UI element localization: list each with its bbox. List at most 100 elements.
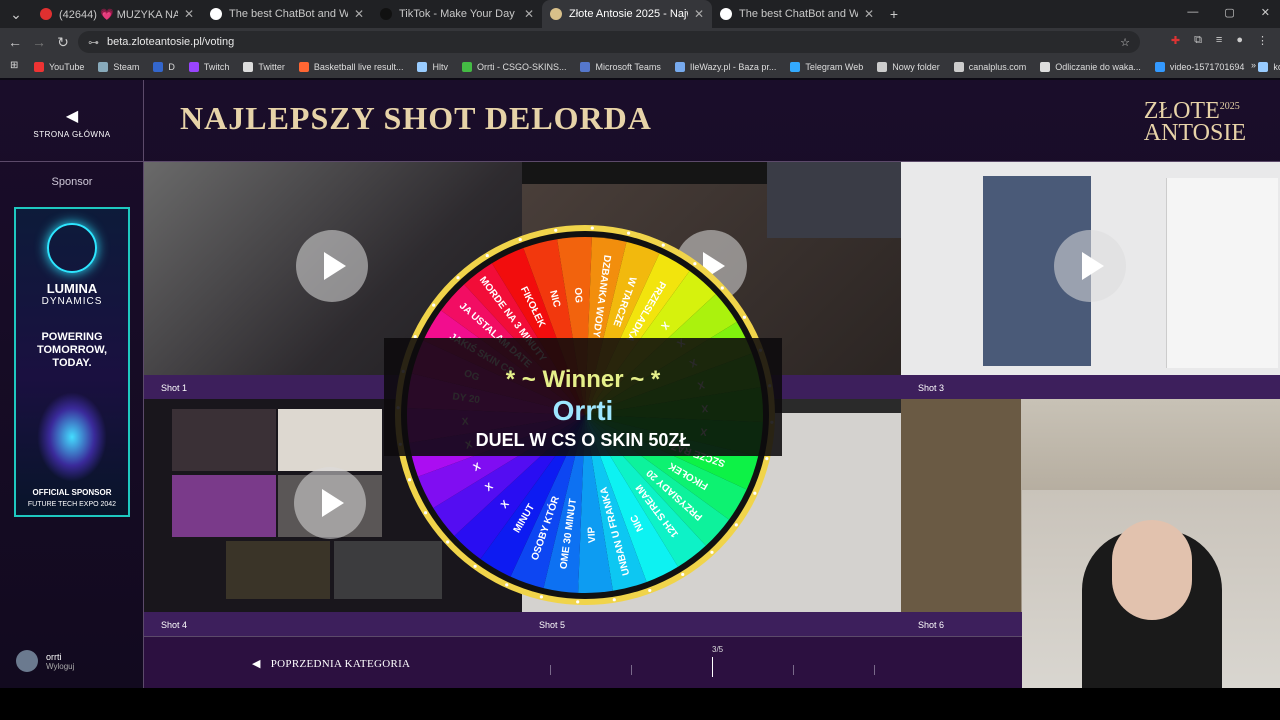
- logout-link[interactable]: Wyloguj: [46, 662, 74, 671]
- tab-close-icon[interactable]: ✕: [184, 7, 194, 21]
- bookmark-item[interactable]: Microsoft Teams: [580, 62, 661, 72]
- bookmark-item[interactable]: Telegram Web: [790, 62, 863, 72]
- bookmark-item[interactable]: YouTube: [34, 62, 84, 72]
- winner-prize: DUEL W CS O SKIN 50ZŁ: [475, 430, 691, 450]
- apps-grid-icon[interactable]: ⊞: [10, 60, 18, 71]
- bookmark-favicon-icon: [1040, 62, 1051, 72]
- bookmark-item[interactable]: Odliczanie do waka...: [1040, 62, 1141, 72]
- url-text: beta.zloteantosie.pl/voting: [107, 36, 235, 48]
- atom-logo-icon: [47, 223, 97, 273]
- bookmark-item[interactable]: Twitter: [243, 62, 285, 72]
- tab-search-icon[interactable]: ⌄: [4, 6, 28, 23]
- browser-tab[interactable]: Złote Antosie 2025 - Największ ✕: [542, 0, 712, 28]
- bookmark-label: Twitch: [203, 62, 230, 72]
- ad-brand-line2: DYNAMICS: [41, 296, 103, 307]
- tab-close-icon[interactable]: ✕: [524, 7, 534, 21]
- winner-title: * ~ Winner ~ *: [505, 366, 661, 393]
- sidebar: ◀ STRONA GŁÓWNA Sponsor LUMINA DYNAMICS …: [0, 80, 144, 688]
- shot-card[interactable]: Shot 3: [901, 162, 1280, 399]
- browser-tab[interactable]: (42644) 💗 MUZYKA NA ✕: [32, 0, 202, 28]
- bookmark-favicon-icon: [877, 62, 888, 72]
- bookmark-favicon-icon: [953, 62, 964, 72]
- wheel-rim-dot: [485, 253, 489, 258]
- tab-title: TikTok - Make Your Day: [399, 8, 515, 20]
- bookmark-favicon-icon: [790, 62, 801, 72]
- bookmark-label: Odliczanie do waka...: [1055, 62, 1141, 72]
- prev-arrow-icon: ◀: [252, 658, 261, 670]
- bookmark-item[interactable]: kocica: [1258, 62, 1280, 72]
- tab-favicon-icon: [210, 8, 222, 20]
- tab-close-icon[interactable]: ✕: [354, 7, 364, 21]
- bookmark-item[interactable]: Basketball live result...: [298, 62, 404, 72]
- menu-kebab-icon[interactable]: ⋮: [1257, 34, 1268, 47]
- browser-tab[interactable]: TikTok - Make Your Day ✕: [372, 0, 542, 28]
- tab-close-icon[interactable]: ✕: [864, 7, 874, 21]
- logo-line2: ANTOSIE: [1143, 120, 1246, 146]
- bookmarks-overflow-icon[interactable]: »: [1251, 60, 1256, 70]
- wheel-segment-label: OG: [572, 287, 584, 303]
- url-input[interactable]: ⊶ beta.zloteantosie.pl/voting ☆: [78, 31, 1140, 53]
- extensions-puzzle-icon[interactable]: ⧉: [1194, 34, 1202, 47]
- extension-icon[interactable]: ✚: [1171, 34, 1180, 47]
- bookmark-item[interactable]: Nowy folder: [877, 62, 940, 72]
- bookmark-favicon-icon: [98, 62, 109, 72]
- logo-year: 2025: [1219, 101, 1240, 112]
- browser-tab[interactable]: The best ChatBot and Widgets ✕: [202, 0, 372, 28]
- forward-icon[interactable]: →: [27, 34, 51, 50]
- ad-glow-image: [37, 392, 107, 482]
- bookmark-label: Nowy folder: [892, 62, 940, 72]
- user-profile[interactable]: orrti Wyloguj: [16, 650, 74, 672]
- bookmark-item[interactable]: canalplus.com: [953, 62, 1026, 72]
- previous-category-button[interactable]: ◀ POPRZEDNIA KATEGORIA: [252, 657, 410, 670]
- wheel-rim-dot: [456, 276, 460, 280]
- site-info-icon[interactable]: ⊶: [88, 36, 99, 49]
- tab-favicon-icon: [40, 8, 52, 20]
- maximize-icon[interactable]: ▢: [1224, 6, 1234, 19]
- wheel-rim-dot: [554, 228, 558, 232]
- wheel-segment-label: VIP: [586, 526, 598, 543]
- bookmark-favicon-icon: [243, 62, 254, 72]
- wheel-rim-dot: [627, 231, 631, 235]
- winner-name: Orrti: [552, 395, 614, 426]
- wheel-rim-dot: [539, 595, 543, 599]
- bookmark-label: Orrti - CSGO-SKINS...: [476, 62, 567, 72]
- media-controls-icon[interactable]: ≡: [1216, 34, 1222, 47]
- wheel-rim-dot: [505, 583, 509, 587]
- bookmark-label: Basketball live result...: [313, 62, 404, 72]
- back-icon[interactable]: ←: [3, 34, 27, 50]
- bookmark-item[interactable]: D: [153, 62, 175, 72]
- page-title: NAJLEPSZY SHOT DELORDA: [180, 100, 652, 136]
- progress-tick: [550, 665, 551, 675]
- sponsor-banner[interactable]: LUMINA DYNAMICS POWERING TOMORROW, TODAY…: [14, 207, 130, 517]
- wheel-rim-dot: [720, 286, 724, 290]
- avatar: [16, 650, 38, 672]
- tab-title: Złote Antosie 2025 - Największ: [569, 8, 688, 20]
- bookmark-item[interactable]: IleWazy.pl - Baza pr...: [674, 62, 776, 72]
- profile-avatar-icon[interactable]: ●: [1236, 34, 1243, 47]
- minimize-icon[interactable]: —: [1187, 6, 1198, 19]
- wheel-rim-dot: [765, 457, 769, 461]
- bookmark-item[interactable]: Steam: [98, 62, 139, 72]
- ad-official-label: OFFICIAL SPONSOR: [32, 488, 112, 497]
- bookmark-label: video-1571701694: [1169, 62, 1245, 72]
- bookmark-star-icon[interactable]: ☆: [1120, 36, 1130, 49]
- bookmark-item[interactable]: Twitch: [188, 62, 230, 72]
- home-link[interactable]: ◀ STRONA GŁÓWNA: [0, 80, 144, 162]
- close-window-icon[interactable]: ✕: [1261, 6, 1270, 19]
- bookmark-label: Steam: [113, 62, 140, 72]
- wheel-rim-dot: [734, 523, 738, 527]
- reload-icon[interactable]: ↻: [51, 34, 75, 51]
- new-tab-button[interactable]: +: [882, 6, 906, 22]
- bookmarks-bar: ⊞ YouTube Steam D Twitch Twitter Basketball l…: [0, 56, 1280, 78]
- bookmark-item[interactable]: Orrti - CSGO-SKINS...: [461, 62, 567, 72]
- screen-bottom-strip: [0, 688, 1280, 720]
- bookmark-item[interactable]: video-1571701694: [1154, 62, 1245, 72]
- bookmark-item[interactable]: Hltv: [417, 62, 448, 72]
- play-icon[interactable]: [294, 467, 366, 539]
- browser-tab[interactable]: The best ChatBot and Widgets ✕: [712, 0, 882, 28]
- bookmark-label: Microsoft Teams: [595, 62, 661, 72]
- bookmark-label: D: [168, 62, 175, 72]
- play-icon[interactable]: [296, 230, 368, 302]
- play-icon[interactable]: [1054, 230, 1126, 302]
- tab-close-icon[interactable]: ✕: [694, 7, 704, 21]
